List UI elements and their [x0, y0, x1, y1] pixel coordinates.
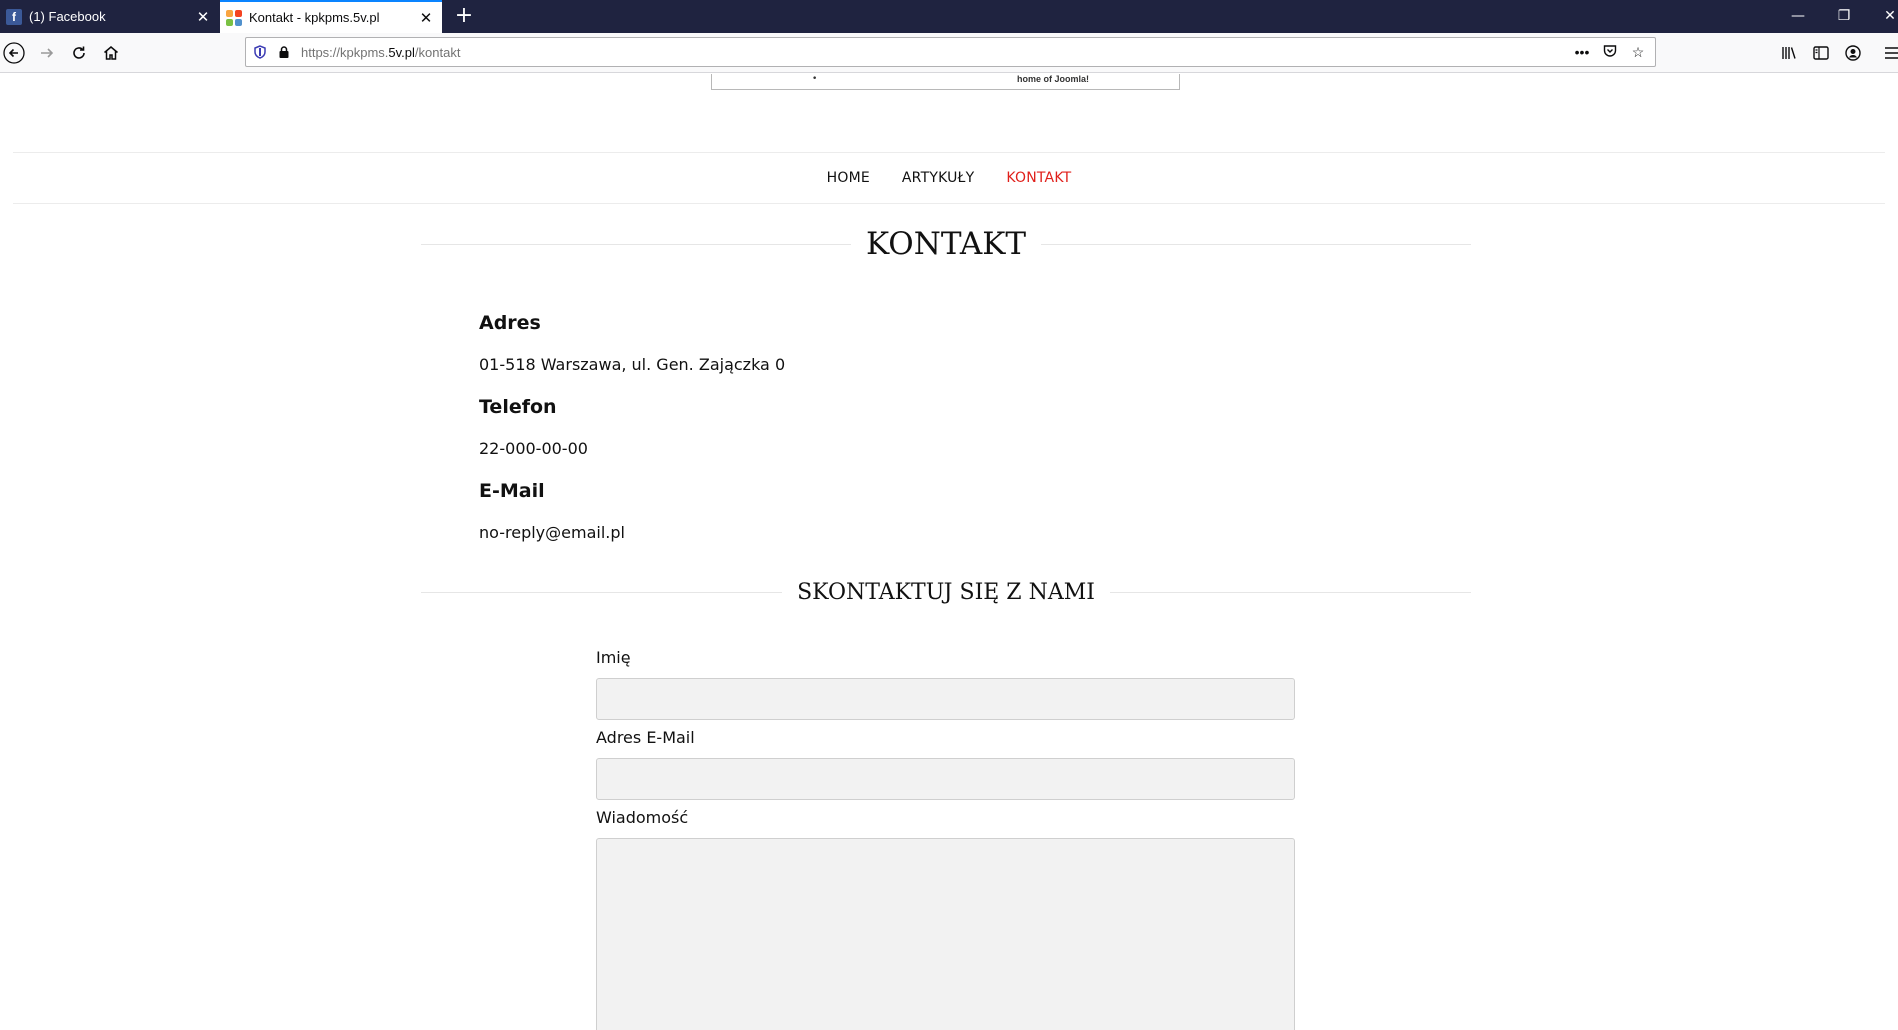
library-icon[interactable] — [1777, 41, 1801, 65]
page-title-row: KONTAKT — [421, 226, 1472, 262]
close-tab-icon[interactable]: ✕ — [414, 9, 438, 27]
minimize-window-icon[interactable]: — — [1780, 0, 1816, 33]
email-heading: E-Mail — [479, 480, 545, 502]
facebook-icon: f — [6, 8, 22, 25]
url-prefix: https://kpkpms. — [301, 44, 389, 60]
url-domain: 5v.pl — [388, 44, 415, 60]
account-icon[interactable] — [1841, 41, 1865, 65]
sidebar-toggle-icon[interactable] — [1809, 41, 1833, 65]
title-divider-left — [421, 243, 851, 245]
bookmark-star-icon[interactable]: ☆ — [1627, 44, 1649, 61]
reload-button[interactable] — [67, 41, 91, 65]
form-title: SKONTAKTUJ SIĘ Z NAMI — [797, 580, 1095, 605]
email-value[interactable]: no-reply@email.pl — [479, 523, 625, 542]
name-input[interactable] — [596, 678, 1295, 720]
tracking-protection-shield-icon[interactable] — [253, 45, 267, 59]
page-content: • home of Joomla! HOME ARTYKUŁY KONTAKT … — [0, 74, 1898, 1030]
url-text[interactable]: https://kpkpms.5v.pl/kontakt — [301, 45, 1571, 60]
phone-value: 22-000-00-00 — [479, 439, 588, 458]
tab-facebook[interactable]: f (1) Facebook ✕ — [0, 0, 219, 33]
header-banner: • home of Joomla! — [711, 74, 1180, 90]
title-divider-right — [1041, 243, 1472, 245]
main-navigation: HOME ARTYKUŁY KONTAKT — [13, 152, 1885, 204]
form-title-divider-right — [1109, 592, 1472, 593]
url-path: /kontakt — [414, 44, 461, 60]
pocket-icon[interactable] — [1599, 44, 1621, 61]
forward-button[interactable] — [35, 41, 59, 65]
new-tab-button[interactable]: + — [450, 2, 478, 30]
address-value: 01-518 Warszawa, ul. Gen. Zajączka 0 — [479, 355, 786, 374]
message-textarea[interactable] — [596, 838, 1295, 1030]
reload-icon — [73, 46, 85, 59]
page-actions-icon[interactable]: ••• — [1571, 44, 1593, 60]
form-title-row: SKONTAKTUJ SIĘ Z NAMI — [421, 580, 1472, 605]
page-title: KONTAKT — [865, 226, 1027, 262]
back-arrow-icon — [3, 42, 25, 64]
nav-item-home[interactable]: HOME — [827, 170, 870, 186]
joomla-icon — [226, 9, 242, 26]
home-button[interactable] — [99, 41, 123, 65]
tab-title: (1) Facebook — [29, 9, 106, 24]
restore-window-icon[interactable]: ❐ — [1826, 0, 1862, 33]
address-bar[interactable]: https://kpkpms.5v.pl/kontakt ••• ☆ — [245, 37, 1656, 67]
nav-item-artykuly[interactable]: ARTYKUŁY — [902, 170, 974, 186]
message-label: Wiadomość — [596, 808, 689, 827]
back-button[interactable] — [2, 41, 26, 65]
home-icon — [104, 46, 118, 60]
address-heading: Adres — [479, 312, 541, 334]
lock-icon[interactable] — [277, 45, 291, 59]
close-window-icon[interactable]: ✕ — [1872, 0, 1898, 33]
form-title-divider-left — [421, 592, 783, 593]
name-label: Imię — [596, 648, 631, 667]
phone-heading: Telefon — [479, 396, 557, 418]
nav-item-kontakt[interactable]: KONTAKT — [1006, 170, 1071, 186]
tab-title: Kontakt - kpkpms.5v.pl — [249, 10, 380, 25]
banner-text: home of Joomla! — [1017, 74, 1090, 84]
forward-arrow-icon — [41, 48, 54, 58]
menu-hamburger-icon[interactable] — [1880, 41, 1898, 65]
close-tab-icon[interactable]: ✕ — [191, 8, 215, 26]
browser-toolbar: https://kpkpms.5v.pl/kontakt ••• ☆ — [0, 33, 1898, 73]
banner-dot: • — [812, 74, 818, 84]
tab-kontakt[interactable]: Kontakt - kpkpms.5v.pl ✕ — [220, 0, 442, 33]
email-label: Adres E-Mail — [596, 728, 695, 747]
browser-tab-strip: f (1) Facebook ✕ Kontakt - kpkpms.5v.pl … — [0, 0, 1898, 33]
email-input[interactable] — [596, 758, 1295, 800]
